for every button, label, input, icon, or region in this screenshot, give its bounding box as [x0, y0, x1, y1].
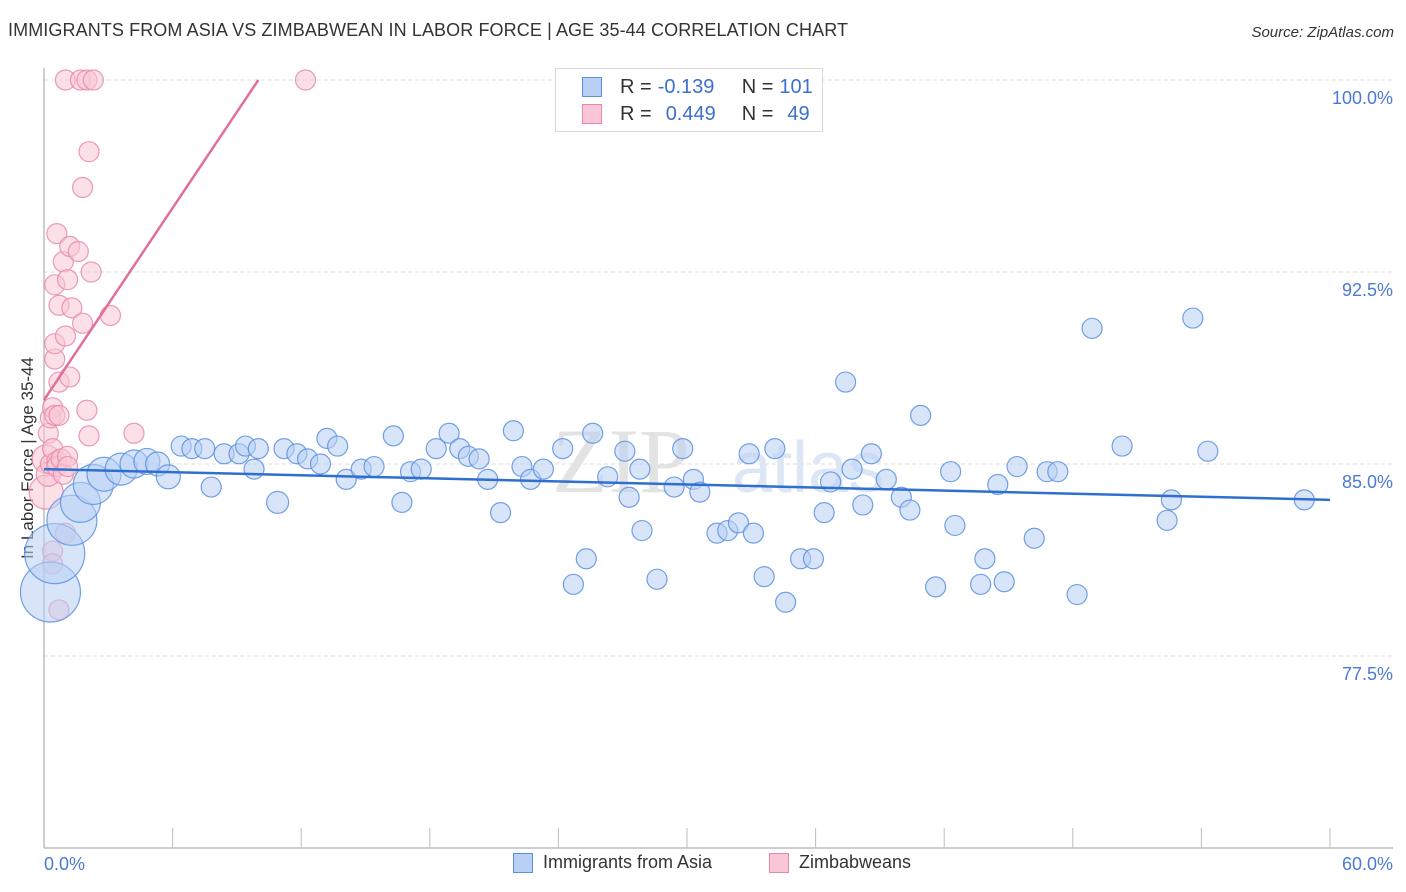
zimbabweans-point — [294, 69, 317, 91]
asia-point — [629, 458, 651, 480]
asia-point — [468, 448, 490, 470]
asia-point — [852, 494, 874, 516]
asia-point — [1006, 455, 1028, 478]
asia-point — [614, 440, 636, 462]
zimbabweans-swatch-icon — [769, 852, 789, 873]
asia-point — [1111, 435, 1133, 457]
asia-point — [1081, 317, 1103, 339]
asia-point — [327, 435, 349, 457]
n-value: 101 — [779, 75, 813, 98]
zimbabweans-point — [78, 425, 100, 447]
r-value: 0.449 — [665, 102, 716, 125]
zimbabweans-point — [80, 261, 102, 283]
y-tick-label: 85.0% — [1342, 472, 1393, 492]
correlation-legend: R = -0.139 N = 101 R = 0.449 N = 49 — [555, 68, 823, 132]
asia-point — [764, 438, 786, 460]
zimbabweans-swatch-icon — [582, 104, 602, 124]
zimbabweans-point — [99, 304, 122, 327]
asia-point — [1182, 307, 1204, 329]
zimbabweans-point — [78, 141, 100, 163]
asia-point — [552, 438, 574, 460]
asia-point — [309, 453, 332, 475]
zimbabweans-point — [56, 269, 79, 291]
asia-point — [631, 519, 653, 542]
r-label: R = — [620, 102, 652, 125]
n-label: N = — [741, 75, 774, 98]
asia-point — [502, 420, 524, 442]
asia-point — [1197, 440, 1219, 462]
asia-point — [993, 571, 1015, 593]
asia-point — [742, 522, 765, 544]
zimbabweans-point — [76, 399, 98, 421]
asia-point — [1160, 489, 1182, 511]
asia-point — [663, 476, 685, 498]
asia-point — [243, 458, 265, 480]
asia-point — [802, 548, 825, 570]
asia-point — [940, 461, 962, 483]
asia-point — [391, 491, 413, 513]
zimbabweans-point — [82, 69, 104, 91]
asia-point — [974, 548, 996, 570]
asia-point — [618, 486, 640, 508]
asia-point — [200, 476, 222, 498]
asia-point — [925, 576, 947, 598]
zimbabweans-point — [67, 240, 89, 263]
y-tick-labels: 77.5% 85.0% 92.5% 100.0% — [1332, 88, 1393, 684]
asia-point — [410, 458, 432, 480]
asia-point — [646, 568, 668, 590]
legend-row-asia: R = -0.139 N = 101 — [582, 75, 813, 99]
asia-point — [582, 422, 604, 444]
asia-point — [1023, 527, 1045, 549]
asia-point — [194, 438, 216, 460]
asia-point — [774, 591, 797, 613]
asia-point — [860, 443, 882, 465]
asia-point — [970, 573, 992, 595]
legend-label: Immigrants from Asia — [543, 852, 713, 872]
asia-point — [155, 464, 181, 490]
asia-point — [562, 573, 585, 595]
n-label: N = — [741, 102, 774, 125]
asia-point — [363, 455, 385, 478]
y-tick-label: 77.5% — [1342, 664, 1393, 684]
asia-point — [875, 468, 897, 490]
asia-point — [753, 566, 775, 588]
asia-point — [247, 438, 269, 460]
watermark: ZIP atlas — [552, 410, 884, 512]
scatter-chart: ZIP atlas 77.5%85.0%92.5%100.0% 0.0% 60.… — [19, 68, 1393, 874]
asia-point — [910, 404, 932, 426]
asia-point — [835, 371, 857, 393]
zimbabweans-point — [123, 422, 145, 444]
legend-row-zimbabweans: R = 0.449 N = 49 — [582, 102, 810, 126]
asia-point — [1066, 583, 1088, 606]
asia-point — [899, 499, 921, 521]
asia-point — [489, 502, 512, 524]
y-tick-label: 100.0% — [1332, 88, 1393, 108]
n-value: 49 — [787, 102, 810, 125]
legend-label: Zimbabweans — [799, 852, 912, 872]
asia-point — [944, 514, 966, 537]
legend-item-asia[interactable]: Immigrants from Asia — [513, 852, 712, 873]
asia-point — [813, 502, 835, 524]
r-label: R = — [620, 75, 652, 98]
asia-point — [382, 425, 404, 447]
legend-item-zimbabweans[interactable]: Zimbabweans — [769, 852, 911, 873]
zimbabweans-point — [54, 325, 77, 347]
series-legend: Immigrants from Asia Zimbabweans — [0, 852, 1406, 878]
asia-point — [575, 548, 597, 570]
asia-point — [738, 443, 760, 465]
asia-point — [841, 458, 863, 480]
y-tick-label: 92.5% — [1342, 280, 1393, 300]
asia-point — [1047, 461, 1069, 483]
gridlines — [44, 79, 1393, 657]
asia-swatch-icon — [513, 852, 533, 873]
asia-swatch-icon — [582, 77, 602, 97]
zimbabweans-point — [48, 404, 70, 426]
r-value: -0.139 — [657, 75, 715, 98]
asia-point — [532, 458, 554, 480]
asia-point — [672, 438, 694, 460]
asia-point — [266, 490, 290, 514]
zimbabweans-point — [71, 176, 94, 199]
zimbabweans-point — [56, 455, 79, 478]
asia-point — [1156, 509, 1178, 531]
